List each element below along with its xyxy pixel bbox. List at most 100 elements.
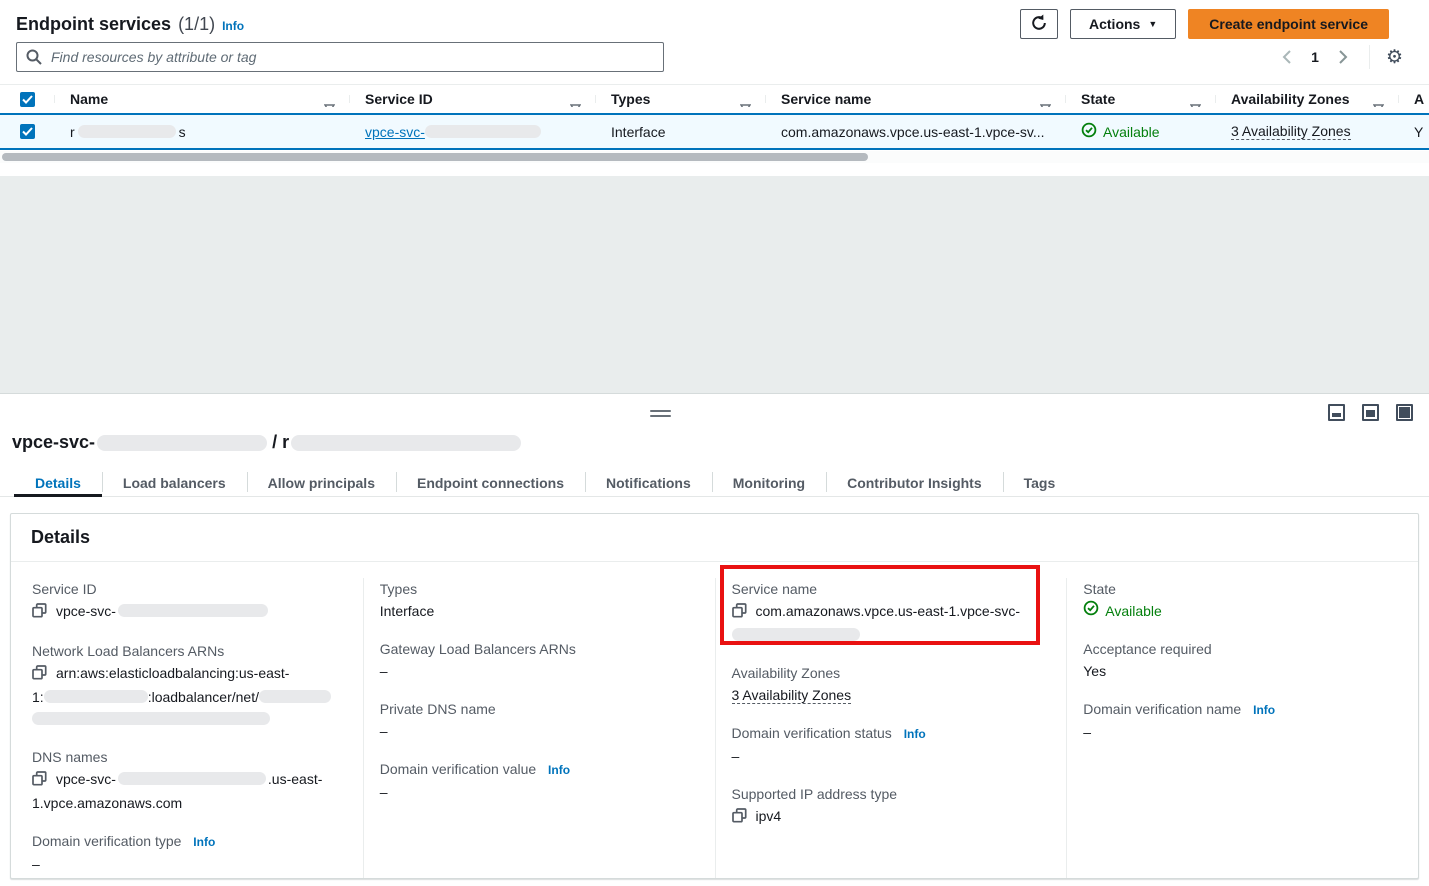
horizontal-scrollbar[interactable] [0,151,1429,163]
row-service-id-cell: vpce-svc- [349,124,595,140]
sort-icon[interactable] [1040,100,1051,107]
next-page-button[interactable] [1333,48,1353,66]
column-header-service-id[interactable]: Service ID [349,91,595,107]
details-column-4: State Available Acceptance required [1066,578,1418,878]
details-column-1: Service ID vpce-svc- Network Load Balanc… [11,578,363,878]
tab-endpoint-connections[interactable]: Endpoint connections [396,465,585,496]
tab-notifications[interactable]: Notifications [585,465,712,496]
field-network-load-balancer-arns: Network Load Balancers ARNs arn:aws:elas… [32,640,345,730]
row-acceptance-cell: Y [1398,124,1429,140]
toolbar-row: 1 ⚙ [16,42,1403,72]
refresh-button[interactable] [1020,9,1058,39]
sort-icon[interactable] [740,100,751,107]
redacted-text [32,712,270,725]
details-column-2: Types Interface Gateway Load Balancers A… [363,578,715,878]
copy-icon[interactable] [32,602,47,624]
row-state-cell: Available [1065,122,1215,141]
pagination-divider [1369,45,1370,69]
field-types: Types Interface [380,578,697,622]
column-header-types[interactable]: Types [595,91,765,107]
column-header-name[interactable]: Name [54,91,349,107]
field-private-dns-name: Private DNS name – [380,698,697,742]
create-endpoint-service-button[interactable]: Create endpoint service [1188,9,1389,39]
refresh-icon [1030,14,1048,35]
actions-button-label: Actions [1089,16,1140,32]
row-availability-zones-cell: 3 Availability Zones [1215,123,1398,140]
select-all-checkbox[interactable] [20,92,35,107]
endpoint-services-page: Endpoint services (1/1) Info Actions ▼ C… [0,0,1429,886]
state-badge: Available [1105,600,1162,622]
field-service-id: Service ID vpce-svc- [32,578,345,624]
field-state: State Available [1083,578,1400,622]
sort-icon[interactable] [1190,100,1201,107]
row-name-cell: r s [54,124,349,140]
column-header-service-name[interactable]: Service name [765,91,1065,107]
redacted-text [259,690,331,703]
sort-icon[interactable] [570,100,581,107]
page-number[interactable]: 1 [1307,49,1323,65]
page-header: Endpoint services (1/1) Info Actions ▼ C… [16,8,1389,40]
redacted-text [118,604,268,617]
tab-monitoring[interactable]: Monitoring [712,465,826,496]
previous-page-button[interactable] [1277,48,1297,66]
info-link[interactable]: Info [1253,703,1275,717]
split-panel-drag-handle[interactable] [650,410,671,420]
field-availability-zones: Availability Zones 3 Availability Zones [732,662,1049,706]
field-domain-verification-status: Domain verification status Info – [732,722,1049,767]
scrollbar-thumb[interactable] [2,153,868,161]
split-panel-controls [1328,404,1413,421]
info-link[interactable]: Info [193,835,215,849]
actions-button[interactable]: Actions ▼ [1070,9,1176,39]
field-acceptance-required: Acceptance required Yes [1083,638,1400,682]
redacted-text [732,628,860,641]
tab-tags[interactable]: Tags [1003,465,1077,496]
column-header-acceptance[interactable]: A [1398,91,1429,107]
redacted-text [44,690,148,703]
info-link[interactable]: Info [904,727,926,741]
copy-icon[interactable] [732,602,747,624]
preferences-gear-icon[interactable]: ⚙ [1386,48,1403,67]
panel-size-small-icon[interactable] [1328,404,1345,421]
panel-size-medium-icon[interactable] [1362,404,1379,421]
sort-icon[interactable] [324,100,335,107]
field-dns-names: DNS names vpce-svc-.us-east- 1.vpce.amaz… [32,746,345,814]
sort-icon[interactable] [1373,100,1384,107]
page-title-group: Endpoint services (1/1) Info [16,14,244,35]
detail-split-panel: vpce-svc- / r Details Load balancers All… [0,393,1429,886]
copy-icon[interactable] [32,770,47,792]
table-row[interactable]: r s vpce-svc- Interface com.amazonaws.vp… [0,113,1429,150]
row-select-cell [0,124,54,139]
tab-allow-principals[interactable]: Allow principals [247,465,396,496]
tab-contributor-insights[interactable]: Contributor Insights [826,465,1003,496]
info-link[interactable]: Info [548,763,570,777]
select-all-cell [0,92,54,107]
redacted-text [97,435,267,451]
tab-details[interactable]: Details [14,465,102,496]
field-gateway-load-balancer-arns: Gateway Load Balancers ARNs – [380,638,697,682]
field-domain-verification-value: Domain verification value Info – [380,758,697,803]
row-types-cell: Interface [595,124,765,140]
service-id-link[interactable]: vpce-svc- [365,124,541,140]
availability-zones-popover-link[interactable]: 3 Availability Zones [732,687,852,704]
column-header-availability-zones[interactable]: Availability Zones [1215,91,1398,107]
tab-bar: Details Load balancers Allow principals … [0,465,1429,497]
check-circle-icon [1081,122,1097,141]
tab-load-balancers[interactable]: Load balancers [102,465,247,496]
details-card-body: Service ID vpce-svc- Network Load Balanc… [11,562,1418,878]
availability-zones-popover-link[interactable]: 3 Availability Zones [1231,123,1351,140]
panel-title: vpce-svc- / r [12,432,521,453]
search-input[interactable] [16,42,664,72]
field-domain-verification-name: Domain verification name Info – [1083,698,1400,743]
header-info-link[interactable]: Info [222,19,244,33]
check-circle-icon [1083,600,1099,622]
panel-size-large-icon[interactable] [1396,404,1413,421]
state-badge: Available [1103,124,1160,140]
copy-icon[interactable] [732,807,747,829]
copy-icon[interactable] [32,664,47,686]
details-heading: Details [31,527,1398,548]
field-service-name: Service name com.amazonaws.vpce.us-east-… [732,578,1049,646]
row-service-name-cell: com.amazonaws.vpce.us-east-1.vpce-sv... [765,124,1065,140]
redacted-text [78,125,176,138]
row-checkbox[interactable] [20,124,35,139]
column-header-state[interactable]: State [1065,91,1215,107]
